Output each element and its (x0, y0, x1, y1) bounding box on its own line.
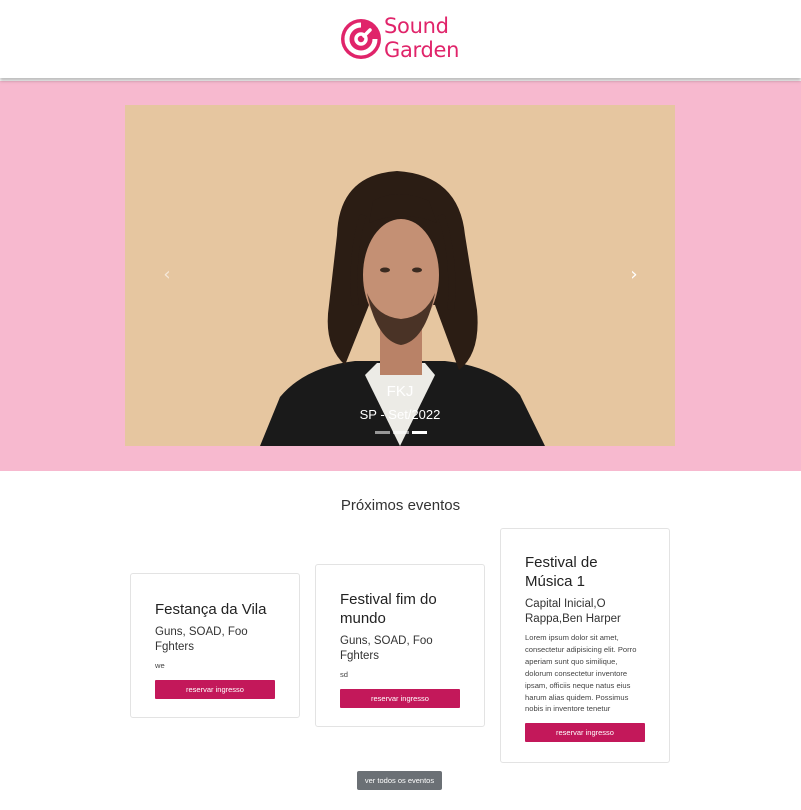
carousel-indicator[interactable] (375, 431, 391, 434)
event-description: sd (340, 670, 349, 679)
logo-wordmark: Sound Garden (384, 14, 474, 62)
event-bands: Guns, SOAD, Foo Fghters (155, 626, 248, 653)
event-card: Festival de Música 1 Capital Inicial,O R… (500, 528, 670, 763)
carousel-indicators (375, 431, 427, 434)
event-description: we (155, 661, 165, 670)
carousel-next-icon[interactable]: › (624, 265, 644, 285)
reserve-ticket-button[interactable]: reservar ingresso (155, 679, 275, 699)
event-bands: Capital Inicial,O Rappa,Ben Harper (525, 598, 621, 625)
slide-title: FKJ (386, 383, 414, 400)
sound-garden-logo[interactable]: Sound Garden (340, 14, 470, 64)
event-card: Festança da Vila Guns, SOAD, Foo Fghters… (130, 573, 300, 718)
slide-subtitle: SP - Set/2022 (359, 407, 441, 422)
view-all-events-button[interactable]: ver todos os eventos (357, 771, 442, 790)
site-header: Sound Garden (0, 0, 801, 78)
logo-text-line2: Garden (384, 38, 460, 62)
event-description: Lorem ipsum dolor sit amet, consectetur … (525, 633, 637, 714)
event-title: Festança da Vila (155, 601, 267, 618)
event-card: Festival fim do mundo Guns, SOAD, Foo Fg… (315, 564, 485, 727)
carousel-indicator-active[interactable] (411, 431, 427, 434)
logo-mark-icon (341, 19, 381, 59)
carousel-prev-icon[interactable]: ‹ (157, 265, 177, 285)
reserve-ticket-button[interactable]: reservar ingresso (340, 688, 460, 708)
logo-text-line1: Sound (384, 14, 449, 38)
event-carousel[interactable]: ‹ › FKJ SP - Set/2022 (125, 105, 675, 446)
event-bands: Guns, SOAD, Foo Fghters (340, 635, 433, 662)
event-title: Festival de Música 1 (525, 554, 598, 590)
reserve-ticket-button[interactable]: reservar ingresso (525, 723, 645, 743)
hero-banner: ‹ › FKJ SP - Set/2022 (0, 81, 801, 471)
event-title: Festival fim do mundo (340, 591, 437, 627)
section-title: Próximos eventos (340, 497, 461, 514)
carousel-indicator[interactable] (393, 431, 409, 434)
